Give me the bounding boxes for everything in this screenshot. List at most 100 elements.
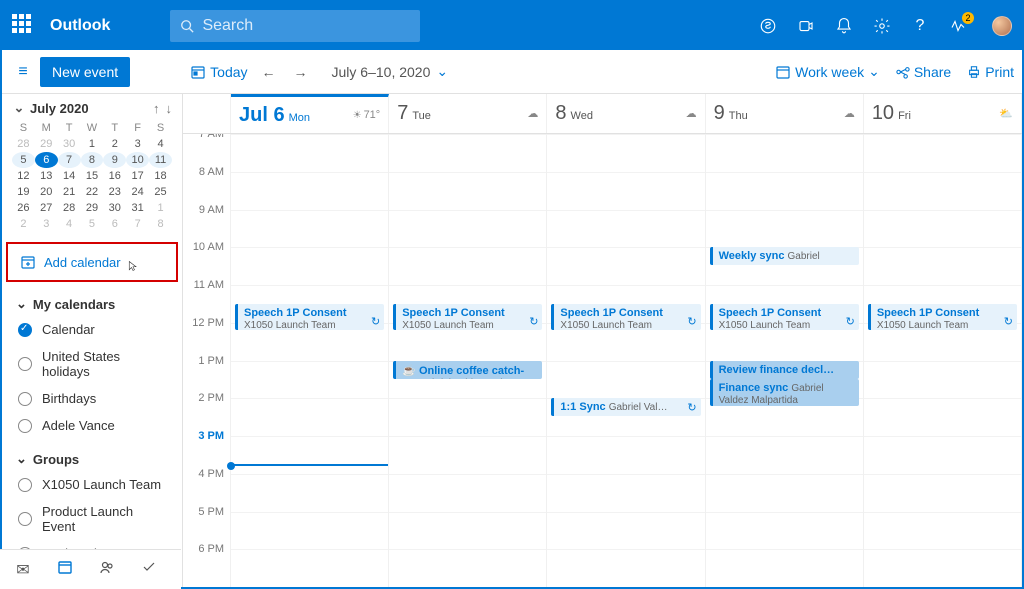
nav-toggle-icon[interactable]: ≡ bbox=[10, 63, 36, 81]
mini-calendar-day[interactable]: 12 bbox=[12, 168, 35, 184]
day-column[interactable]: Speech 1P Consent X1050 Launch Team↻☕ On… bbox=[389, 134, 547, 587]
app-launcher-icon[interactable] bbox=[12, 14, 36, 38]
share-button[interactable]: Share bbox=[896, 64, 951, 80]
day-column[interactable]: Speech 1P Consent X1050 Launch Team↻ bbox=[864, 134, 1022, 587]
new-event-button[interactable]: New event bbox=[40, 57, 130, 87]
calendar-event[interactable]: Speech 1P Consent X1050 Launch Team↻ bbox=[551, 304, 700, 330]
chevron-down-icon[interactable]: ⌄ bbox=[12, 100, 26, 116]
calendar-event[interactable]: Review finance decl… bbox=[710, 361, 859, 379]
day-header[interactable]: 9Thu☁ bbox=[706, 94, 864, 133]
mini-calendar-day[interactable]: 6 bbox=[35, 152, 58, 168]
mini-calendar-day[interactable]: 28 bbox=[12, 136, 35, 152]
mini-calendar-day[interactable]: 10 bbox=[126, 152, 149, 168]
notifications-icon[interactable] bbox=[834, 16, 854, 36]
mini-calendar-day[interactable]: 20 bbox=[35, 184, 58, 200]
print-button[interactable]: Print bbox=[967, 64, 1014, 80]
mini-calendar-day[interactable]: 9 bbox=[103, 152, 126, 168]
mini-calendar-day[interactable]: 2 bbox=[12, 216, 35, 232]
calendar-checkbox[interactable] bbox=[18, 478, 32, 492]
skype-icon[interactable] bbox=[758, 16, 778, 36]
calendar-event[interactable]: Speech 1P Consent X1050 Launch Team↻ bbox=[710, 304, 859, 330]
calendar-list-item[interactable]: Adele Vance bbox=[2, 412, 182, 439]
day-header[interactable]: 10Fri⛅ bbox=[864, 94, 1022, 133]
mini-calendar-day[interactable]: 7 bbox=[58, 152, 81, 168]
mini-calendar-day[interactable]: 26 bbox=[12, 200, 35, 216]
mini-calendar-day[interactable]: 31 bbox=[126, 200, 149, 216]
teams-icon[interactable] bbox=[796, 16, 816, 36]
day-column[interactable]: Speech 1P Consent X1050 Launch Team↻ 1:1 … bbox=[547, 134, 705, 587]
calendar-checkbox[interactable] bbox=[18, 357, 32, 371]
mini-calendar-day[interactable]: 13 bbox=[35, 168, 58, 184]
mini-calendar-day[interactable]: 1 bbox=[149, 200, 172, 216]
mini-calendar-day[interactable]: 6 bbox=[103, 216, 126, 232]
mini-calendar-day[interactable]: 29 bbox=[81, 200, 104, 216]
mini-next-month[interactable]: ↓ bbox=[166, 101, 173, 116]
my-calendars-section[interactable]: ⌄ My calendars bbox=[2, 286, 182, 314]
calendar-event[interactable]: Finance sync Gabriel Valdez Malpartida bbox=[710, 379, 859, 405]
mini-calendar-day[interactable]: 7 bbox=[126, 216, 149, 232]
mini-calendar-day[interactable]: 19 bbox=[12, 184, 35, 200]
mini-calendar-day[interactable]: 21 bbox=[58, 184, 81, 200]
calendar-list-item[interactable]: X1050 Launch Team bbox=[2, 471, 182, 498]
help-icon[interactable]: ? bbox=[910, 16, 930, 36]
mini-calendar-day[interactable]: 25 bbox=[149, 184, 172, 200]
calendar-event[interactable]: Weekly sync Gabriel bbox=[710, 247, 859, 265]
mini-prev-month[interactable]: ↑ bbox=[153, 101, 160, 116]
user-avatar[interactable] bbox=[992, 16, 1012, 36]
calendar-checkbox[interactable] bbox=[18, 323, 32, 337]
mini-calendar-day[interactable]: 2 bbox=[103, 136, 126, 152]
people-module-icon[interactable] bbox=[98, 559, 116, 580]
mini-calendar-day[interactable]: 28 bbox=[58, 200, 81, 216]
mini-calendar-day[interactable]: 14 bbox=[58, 168, 81, 184]
calendar-event[interactable]: ☕ Online coffee catch-up Gabriel Valdez … bbox=[393, 361, 542, 379]
next-week-button[interactable]: → bbox=[290, 64, 312, 80]
groups-section[interactable]: ⌄ Groups bbox=[2, 441, 182, 469]
add-calendar-button[interactable]: Add calendar bbox=[6, 242, 178, 282]
day-column[interactable]: Weekly sync Gabriel Speech 1P Consent X10… bbox=[706, 134, 864, 587]
mini-calendar-day[interactable]: 3 bbox=[126, 136, 149, 152]
today-button[interactable]: Today bbox=[190, 64, 247, 80]
search-box[interactable]: Search bbox=[170, 10, 420, 42]
mini-calendar-day[interactable]: 30 bbox=[58, 136, 81, 152]
mini-calendar-day[interactable]: 30 bbox=[103, 200, 126, 216]
mini-calendar-day[interactable]: 24 bbox=[126, 184, 149, 200]
calendar-event[interactable]: 1:1 Sync Gabriel Val…↻ bbox=[551, 398, 700, 416]
calendar-event[interactable]: Speech 1P Consent X1050 Launch Team↻ bbox=[235, 304, 384, 330]
mini-calendar-day[interactable]: 27 bbox=[35, 200, 58, 216]
calendar-list-item[interactable]: United States holidays bbox=[2, 343, 182, 385]
mini-calendar-day[interactable]: 3 bbox=[35, 216, 58, 232]
day-header[interactable]: Jul 6Mon☀ 71° bbox=[231, 94, 389, 133]
date-range-picker[interactable]: July 6–10, 2020 ⌄ bbox=[332, 63, 449, 80]
calendar-list-item[interactable]: Calendar bbox=[2, 316, 182, 343]
calendar-module-icon[interactable] bbox=[56, 559, 74, 580]
mini-calendar-day[interactable]: 1 bbox=[81, 136, 104, 152]
mini-calendar-day[interactable]: 17 bbox=[126, 168, 149, 184]
calendar-checkbox[interactable] bbox=[18, 419, 32, 433]
view-switcher[interactable]: Work week ⌄ bbox=[775, 63, 880, 80]
settings-icon[interactable] bbox=[872, 16, 892, 36]
mini-calendar-day[interactable]: 5 bbox=[12, 152, 35, 168]
todo-module-icon[interactable] bbox=[140, 559, 158, 580]
mini-calendar-day[interactable]: 18 bbox=[149, 168, 172, 184]
calendar-list-item[interactable]: Birthdays bbox=[2, 385, 182, 412]
calendar-list-item[interactable]: Product Launch Event bbox=[2, 498, 182, 540]
calendar-event[interactable]: Speech 1P Consent X1050 Launch Team↻ bbox=[868, 304, 1017, 330]
mini-calendar-day[interactable]: 5 bbox=[81, 216, 104, 232]
mini-calendar-day[interactable]: 8 bbox=[81, 152, 104, 168]
day-header[interactable]: 7Tue☁ bbox=[389, 94, 547, 133]
prev-week-button[interactable]: ← bbox=[258, 64, 280, 80]
calendar-checkbox[interactable] bbox=[18, 392, 32, 406]
mail-module-icon[interactable]: ✉ bbox=[14, 560, 32, 580]
mini-calendar-day[interactable]: 11 bbox=[149, 152, 172, 168]
mini-calendar-day[interactable]: 4 bbox=[58, 216, 81, 232]
mini-calendar-day[interactable]: 4 bbox=[149, 136, 172, 152]
calendar-checkbox[interactable] bbox=[18, 512, 32, 526]
mini-calendar-day[interactable]: 23 bbox=[103, 184, 126, 200]
mini-calendar-day[interactable]: 15 bbox=[81, 168, 104, 184]
mini-calendar-day[interactable]: 22 bbox=[81, 184, 104, 200]
day-column[interactable]: Speech 1P Consent X1050 Launch Team↻ bbox=[231, 134, 389, 587]
activity-icon[interactable]: 2 bbox=[948, 16, 968, 36]
mini-calendar-day[interactable]: 8 bbox=[149, 216, 172, 232]
day-header[interactable]: 8Wed☁ bbox=[547, 94, 705, 133]
mini-calendar-day[interactable]: 29 bbox=[35, 136, 58, 152]
